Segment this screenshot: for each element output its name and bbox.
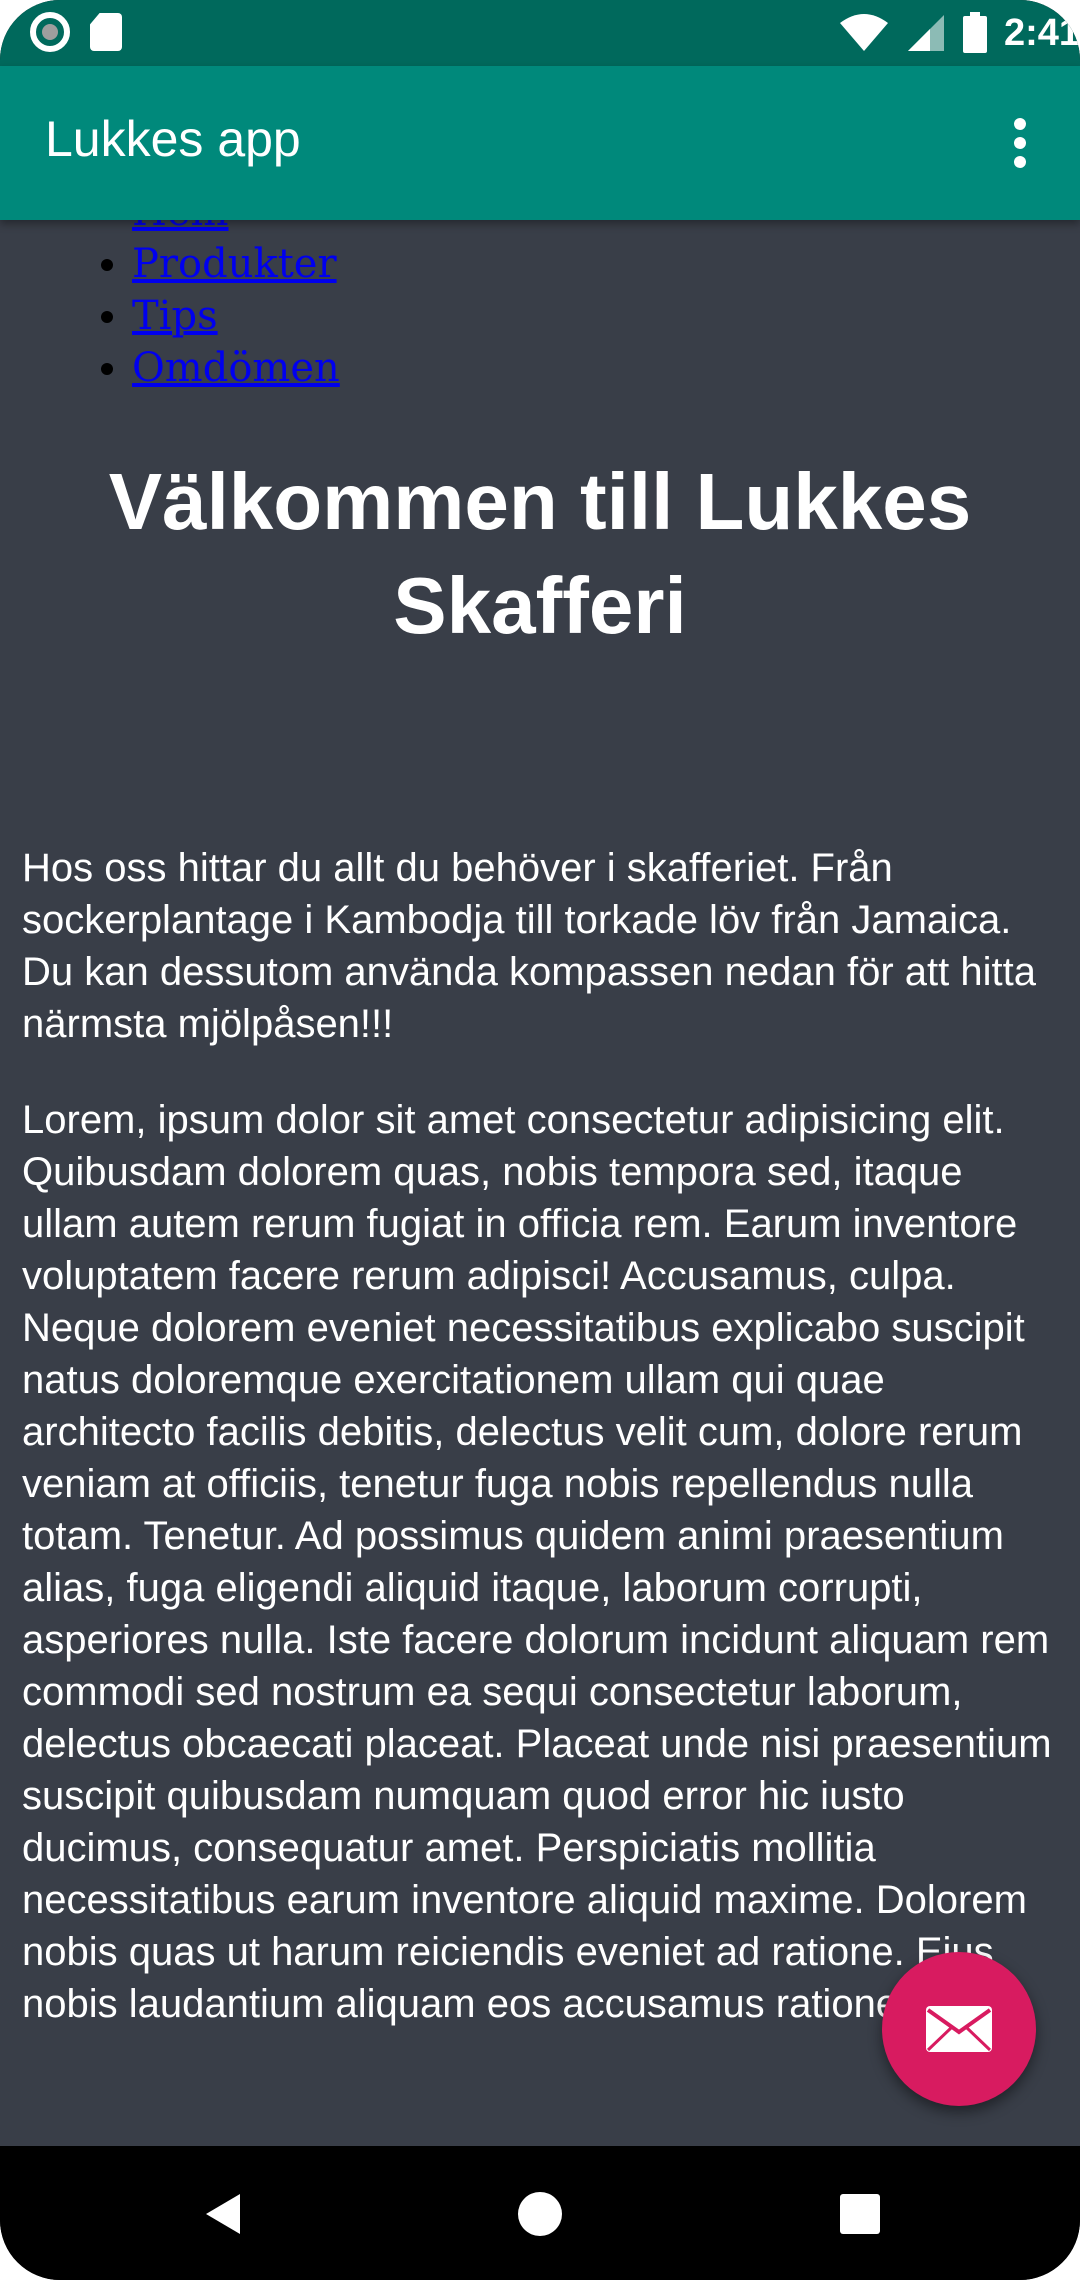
signal-icon <box>907 15 944 51</box>
intro-paragraph: Hos oss hittar du allt du behöver i skaf… <box>22 846 1036 1046</box>
wifi-icon <box>839 14 888 51</box>
status-left-icons <box>30 12 122 52</box>
back-button[interactable] <box>192 2184 252 2244</box>
overflow-menu-icon[interactable] <box>1000 118 1040 168</box>
webview-content: Hem Produkter Tips Omdömen Välkommen til… <box>0 220 1080 2146</box>
nav-link-tips[interactable]: Tips <box>132 293 218 339</box>
site-nav: Hem Produkter Tips Omdömen <box>0 220 340 394</box>
home-icon <box>518 2192 562 2236</box>
home-button[interactable] <box>510 2184 570 2244</box>
nav-item-produkter: Produkter <box>132 238 340 290</box>
send-mail-fab[interactable] <box>882 1952 1036 2106</box>
body-paragraph: Lorem, ipsum dolor sit amet consectetur … <box>22 1098 1052 2026</box>
nav-item-hem: Hem <box>132 220 340 238</box>
nav-item-tips: Tips <box>132 290 340 342</box>
status-right-icons: 2:41 <box>838 0 1080 66</box>
back-icon <box>206 2194 240 2234</box>
nav-item-omdomen: Omdömen <box>132 342 340 394</box>
page-heading: Välkommen till Lukkes Skafferi <box>108 457 972 650</box>
device-screen: 2:41 Lukkes app Hem Produkter Tips Omdöm… <box>0 0 1080 2280</box>
app-bar: Lukkes app <box>0 66 1080 220</box>
recents-button[interactable] <box>830 2184 890 2244</box>
app-title: Lukkes app <box>45 111 301 167</box>
system-nav-bar <box>0 2146 1080 2280</box>
recents-icon <box>840 2194 880 2234</box>
status-time: 2:41 <box>1003 11 1080 54</box>
mail-icon <box>926 2006 992 2052</box>
status-bar: 2:41 <box>0 0 1080 66</box>
nav-link-produkter[interactable]: Produkter <box>132 241 337 287</box>
battery-icon <box>962 12 987 53</box>
record-icon <box>30 12 70 52</box>
sd-card-icon <box>90 13 122 51</box>
nav-link-hem[interactable]: Hem <box>132 220 228 235</box>
nav-link-omdomen[interactable]: Omdömen <box>132 345 340 391</box>
